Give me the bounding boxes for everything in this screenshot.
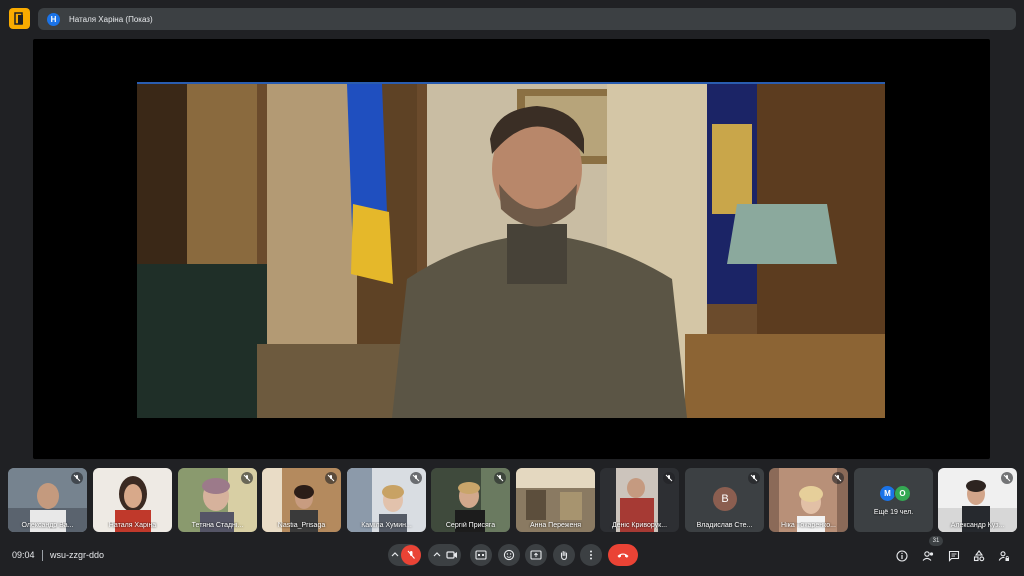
mic-off-icon <box>748 472 760 484</box>
participant-name: Наталя Харіна <box>108 522 157 529</box>
participant-name: Nastia_Prisaga <box>277 522 326 529</box>
chevron-up-icon[interactable] <box>432 550 442 560</box>
mic-off-icon <box>410 472 422 484</box>
lock-person-icon <box>998 551 1009 561</box>
more-participants-tile[interactable]: М О Ещё 19 чел. <box>854 468 933 532</box>
mic-off-icon <box>494 472 506 484</box>
bottom-toolbar: 09:04 wsu-zzgr-ddo <box>0 538 1024 576</box>
people-button[interactable] <box>920 548 936 564</box>
people-icon <box>922 551 933 561</box>
presenter-label: Наталя Харіна (Показ) <box>69 14 153 24</box>
more-vertical-icon <box>590 550 592 560</box>
participant-tile[interactable]: Деніс Криворук... <box>600 468 679 532</box>
participant-tile[interactable]: Каміла Хумин... <box>347 468 426 532</box>
captions-icon <box>475 550 487 560</box>
participant-tile[interactable]: Ніка Токаренко... <box>769 468 848 532</box>
app-logo <box>9 8 30 29</box>
meeting-info-button[interactable] <box>894 548 910 564</box>
participant-tile[interactable]: Александр Куз... <box>938 468 1017 532</box>
meeting-time: 09:04 <box>12 550 35 560</box>
participant-tile[interactable]: Анна Переженя <box>516 468 595 532</box>
video-frame-image <box>137 84 885 418</box>
participant-tile[interactable]: Тетяна Стадні... <box>178 468 257 532</box>
chevron-up-icon[interactable] <box>390 550 400 560</box>
participant-name: Олександр Ва... <box>21 522 74 529</box>
participant-name: Александр Куз... <box>950 522 1005 529</box>
participant-tile[interactable]: Nastia_Prisaga <box>262 468 341 532</box>
camera-icon[interactable] <box>445 548 459 562</box>
participant-name: Тетяна Стадні... <box>191 522 244 529</box>
presented-video <box>137 82 885 418</box>
more-participants-label: Ещё 19 чел. <box>873 509 914 516</box>
more-options-button[interactable] <box>580 544 602 566</box>
participant-name: Анна Переженя <box>529 522 582 529</box>
hang-up-icon <box>617 553 629 558</box>
captions-button[interactable] <box>470 544 492 566</box>
participant-name: Ніка Токаренко... <box>781 522 836 529</box>
present-button[interactable] <box>525 544 547 566</box>
participant-name: Сергій Присяга <box>445 522 496 529</box>
more-avatars: М О <box>879 485 911 502</box>
participant-name: Деніс Криворук... <box>611 522 668 529</box>
meeting-code: wsu-zzgr-ddo <box>50 550 105 560</box>
hand-icon <box>560 550 568 561</box>
divider <box>42 550 43 561</box>
info-icon <box>896 550 908 562</box>
activities-button[interactable] <box>971 548 987 564</box>
end-call-button[interactable] <box>608 544 638 566</box>
reactions-button[interactable] <box>498 544 520 566</box>
participant-tile[interactable]: В Владислав Сте... <box>685 468 764 532</box>
door-icon <box>14 12 23 25</box>
participant-tile[interactable]: Сергій Присяга <box>431 468 510 532</box>
participant-avatar: В <box>713 487 737 511</box>
participant-tile[interactable]: Олександр Ва... <box>8 468 87 532</box>
activities-icon <box>973 550 985 562</box>
mic-off-icon <box>832 472 844 484</box>
mic-off-icon[interactable] <box>401 545 421 565</box>
participant-tile[interactable]: Наталя Харіна <box>93 468 172 532</box>
people-count-badge: 31 <box>929 536 943 546</box>
mic-off-icon <box>325 472 337 484</box>
raise-hand-button[interactable] <box>553 544 575 566</box>
camera-control[interactable] <box>428 544 461 566</box>
chat-button[interactable] <box>946 548 962 564</box>
present-icon <box>530 550 542 560</box>
participant-strip: Олександр Ва... Наталя Харіна Тетяна Ста… <box>8 468 1017 534</box>
mic-off-icon <box>1001 472 1013 484</box>
mic-off-icon <box>241 472 253 484</box>
participant-name: Каміла Хумин... <box>361 522 412 529</box>
mic-off-icon <box>71 472 83 484</box>
participant-name: Владислав Сте... <box>696 522 753 529</box>
presenter-bar: Н Наталя Харіна (Показ) <box>38 8 1016 30</box>
emoji-icon <box>503 549 515 561</box>
mic-off-icon <box>663 472 675 484</box>
participant-avatar: О <box>894 485 911 502</box>
mic-control[interactable] <box>388 544 421 566</box>
host-controls-button[interactable] <box>996 548 1012 564</box>
chat-icon <box>948 550 960 562</box>
presenter-avatar: Н <box>47 12 60 26</box>
